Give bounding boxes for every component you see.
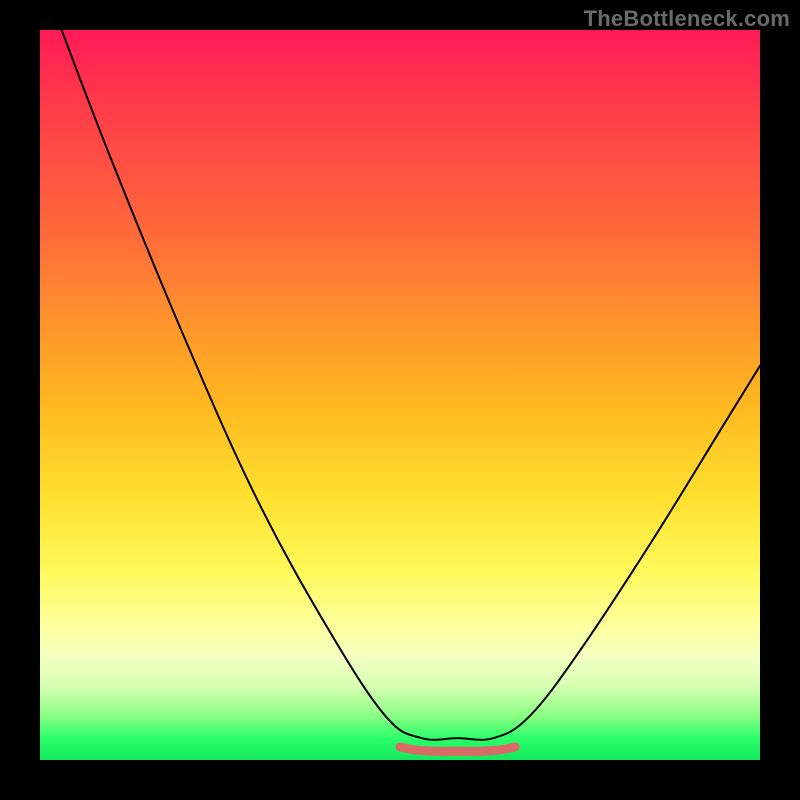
bottom-band [400, 747, 515, 751]
main-curve [62, 30, 760, 740]
chart-frame: TheBottleneck.com [0, 0, 800, 800]
watermark-text: TheBottleneck.com [584, 6, 790, 32]
curve-layer [40, 30, 760, 760]
plot-area [40, 30, 760, 760]
